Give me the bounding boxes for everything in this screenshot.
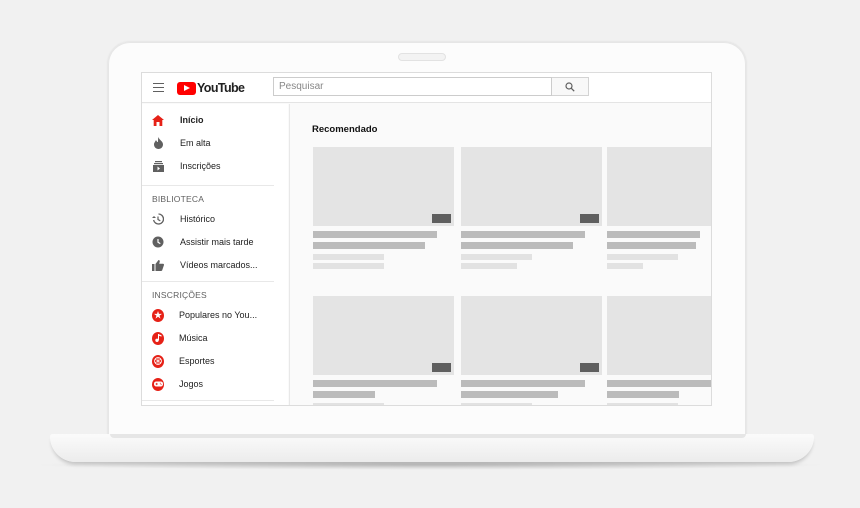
video-title-placeholder bbox=[313, 242, 425, 249]
subscriptions-icon bbox=[152, 160, 164, 172]
sidebar-item-assistir-mais-tarde[interactable]: Assistir mais tarde bbox=[142, 231, 288, 253]
hamburger-menu-icon[interactable] bbox=[153, 83, 164, 92]
sidebar-item-label: Vídeos marcados... bbox=[180, 260, 258, 270]
thumbs-up-icon bbox=[152, 259, 164, 271]
library-section-title: BIBLIOTECA bbox=[152, 194, 205, 204]
sidebar-divider bbox=[142, 185, 274, 186]
video-title-placeholder bbox=[313, 391, 375, 398]
sports-ball-icon bbox=[152, 354, 164, 368]
sidebar-item-esportes[interactable]: Esportes bbox=[142, 350, 288, 372]
search-input[interactable]: Pesquisar bbox=[273, 77, 552, 96]
sidebar: Início Em alta Inscrições BIBLIOTECA His… bbox=[142, 104, 288, 405]
duration-badge bbox=[432, 214, 451, 223]
gamepad-icon bbox=[152, 377, 164, 391]
sidebar-item-em-alta[interactable]: Em alta bbox=[142, 132, 288, 154]
video-thumbnail[interactable] bbox=[313, 296, 454, 375]
sidebar-item-label: Populares no You... bbox=[179, 310, 258, 320]
video-thumbnail[interactable] bbox=[313, 147, 454, 226]
duration-badge bbox=[580, 363, 599, 372]
logo-text: YouTube bbox=[197, 81, 245, 95]
channel-name-placeholder bbox=[313, 403, 384, 405]
video-title-placeholder bbox=[607, 231, 700, 238]
sidebar-item-label: Esportes bbox=[179, 356, 215, 366]
video-title-placeholder bbox=[607, 391, 679, 398]
video-thumbnail[interactable] bbox=[607, 296, 711, 375]
sidebar-item-label: Em alta bbox=[180, 138, 211, 148]
sidebar-item-inscricoes[interactable]: Inscrições bbox=[142, 155, 288, 177]
laptop-hinge bbox=[110, 434, 746, 438]
video-title-placeholder bbox=[461, 231, 585, 238]
channel-name-placeholder bbox=[461, 254, 532, 260]
video-meta-placeholder bbox=[313, 263, 384, 269]
search-button[interactable] bbox=[552, 77, 589, 96]
channel-name-placeholder bbox=[607, 254, 678, 260]
video-thumbnail[interactable] bbox=[607, 147, 711, 226]
sidebar-item-label: Música bbox=[179, 333, 208, 343]
video-thumbnail[interactable] bbox=[461, 296, 602, 375]
laptop-camera bbox=[398, 53, 446, 61]
youtube-logo[interactable]: YouTube bbox=[177, 80, 245, 96]
channel-name-placeholder bbox=[607, 403, 678, 405]
sidebar-divider bbox=[142, 281, 274, 282]
sidebar-item-label: Jogos bbox=[179, 379, 204, 389]
star-icon bbox=[152, 308, 164, 322]
channel-name-placeholder bbox=[461, 403, 532, 405]
section-heading: Recomendado bbox=[312, 124, 378, 135]
sidebar-item-label: Histórico bbox=[180, 214, 216, 224]
video-title-placeholder bbox=[607, 242, 696, 249]
video-thumbnail[interactable] bbox=[461, 147, 602, 226]
music-note-icon bbox=[152, 331, 164, 345]
subscriptions-section-title: INSCRIÇÕES bbox=[152, 290, 207, 300]
history-icon bbox=[152, 213, 164, 225]
play-logo-icon bbox=[177, 81, 196, 95]
masthead: YouTube Pesquisar bbox=[142, 73, 711, 103]
home-icon bbox=[152, 114, 164, 126]
flame-icon bbox=[152, 137, 164, 149]
duration-badge bbox=[432, 363, 451, 372]
video-title-placeholder bbox=[607, 380, 711, 387]
laptop-base bbox=[50, 434, 814, 462]
search-icon bbox=[565, 82, 575, 92]
main-content: Recomendado bbox=[289, 104, 711, 405]
browser-screen: YouTube Pesquisar Início Em alta Inscriç… bbox=[141, 72, 712, 406]
video-meta-placeholder bbox=[461, 263, 517, 269]
video-title-placeholder bbox=[313, 231, 437, 238]
channel-name-placeholder bbox=[313, 254, 384, 260]
sidebar-item-musica[interactable]: Música bbox=[142, 327, 288, 349]
sidebar-item-inicio[interactable]: Início bbox=[142, 109, 288, 131]
sidebar-divider bbox=[142, 400, 274, 401]
clock-icon bbox=[152, 236, 164, 248]
video-meta-placeholder bbox=[607, 263, 643, 269]
video-title-placeholder bbox=[461, 391, 558, 398]
sidebar-item-label: Inscrições bbox=[180, 161, 221, 171]
video-title-placeholder bbox=[461, 380, 585, 387]
video-title-placeholder bbox=[461, 242, 573, 249]
video-title-placeholder bbox=[313, 380, 437, 387]
sidebar-item-populares[interactable]: Populares no You... bbox=[142, 304, 288, 326]
sidebar-item-historico[interactable]: Histórico bbox=[142, 208, 288, 230]
sidebar-item-label: Assistir mais tarde bbox=[180, 237, 254, 247]
duration-badge bbox=[580, 214, 599, 223]
sidebar-item-label: Início bbox=[180, 115, 204, 125]
sidebar-item-videos-marcados[interactable]: Vídeos marcados... bbox=[142, 254, 288, 276]
sidebar-item-jogos[interactable]: Jogos bbox=[142, 373, 288, 395]
